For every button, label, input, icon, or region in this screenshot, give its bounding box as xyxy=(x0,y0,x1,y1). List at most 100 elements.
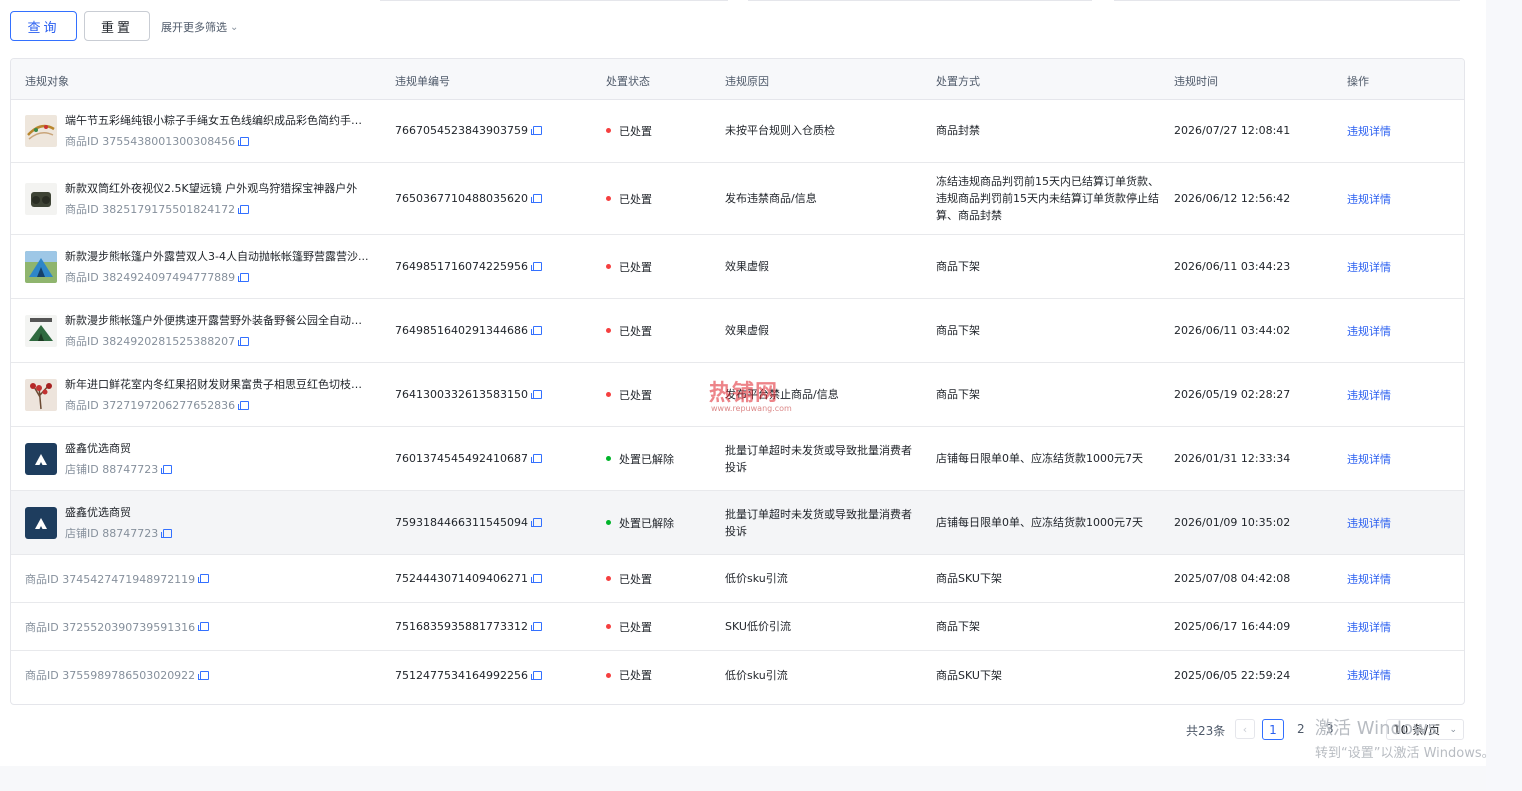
violation-detail-link[interactable]: 违规详情 xyxy=(1347,667,1391,683)
chevron-down-icon: ⌄ xyxy=(230,21,239,33)
copy-icon[interactable] xyxy=(530,390,542,399)
copy-icon[interactable] xyxy=(530,326,542,335)
reason-text: 低价sku引流 xyxy=(725,572,788,585)
page-3-button[interactable]: 3 xyxy=(1326,722,1334,736)
copy-icon[interactable] xyxy=(198,622,210,631)
copy-icon[interactable] xyxy=(530,194,542,203)
action-cell: 违规详情 xyxy=(1347,427,1447,490)
copy-icon[interactable] xyxy=(530,126,542,135)
copy-icon[interactable] xyxy=(238,400,250,410)
ticket-number: 7650367710488035620 xyxy=(395,192,528,205)
table-row: 新年进口鲜花室内冬红果招财发财果富贵子相思豆红色切枝花... 商品ID 37271… xyxy=(11,363,1464,427)
time-cell: 2026/01/09 10:35:02 xyxy=(1174,491,1334,554)
reason-cell: 效果虚假 xyxy=(725,235,915,298)
ticket-number-cell: 7649851640291344686 xyxy=(395,299,595,362)
time-cell: 2026/05/19 02:28:27 xyxy=(1174,363,1334,426)
table-row: 新款漫步熊帐篷户外便携速开露营野外装备野餐公园全自动加... 商品ID 38249… xyxy=(11,299,1464,363)
violation-detail-link[interactable]: 违规详情 xyxy=(1347,571,1391,587)
copy-icon[interactable] xyxy=(530,622,542,631)
violation-time: 2026/06/11 03:44:02 xyxy=(1174,324,1291,337)
violation-detail-link[interactable]: 违规详情 xyxy=(1347,451,1391,467)
object-id-text: 商品ID 3727197206277652836 xyxy=(65,399,236,412)
page-1-button[interactable]: 1 xyxy=(1262,719,1284,740)
prev-page-button[interactable]: ‹ xyxy=(1235,719,1255,739)
ticket-number-cell: 7516835935881773312 xyxy=(395,603,595,650)
time-cell: 2025/06/17 16:44:09 xyxy=(1174,603,1334,650)
method-text: 商品下架 xyxy=(936,260,980,273)
copy-icon[interactable] xyxy=(530,518,542,527)
copy-icon[interactable] xyxy=(530,574,542,583)
copy-icon[interactable] xyxy=(530,262,542,271)
page-size-select[interactable]: 10 条/页 ⌄ xyxy=(1386,719,1464,740)
table-row: 新款漫步熊帐篷户外露营双人3-4人自动抛帐帐篷野营露营沙... 商品ID 3824… xyxy=(11,235,1464,299)
reason-text: 未按平台规则入仓质检 xyxy=(725,124,835,137)
object-id: 商品ID 3727197206277652836 xyxy=(65,397,370,413)
reset-button[interactable]: 重置 xyxy=(84,11,150,41)
copy-icon[interactable] xyxy=(161,464,173,474)
object-title: 盛鑫优选商贸 xyxy=(65,506,131,519)
status-text: 已处置 xyxy=(619,260,652,274)
method-cell: 商品下架 xyxy=(936,363,1164,426)
violation-detail-link[interactable]: 违规详情 xyxy=(1347,323,1391,339)
method-cell: 店铺每日限单0单、应冻结货款1000元7天 xyxy=(936,427,1164,490)
status-dot xyxy=(606,624,611,629)
reason-text: 批量订单超时未发货或导致批量消费者投诉 xyxy=(725,443,912,474)
copy-icon[interactable] xyxy=(238,272,250,282)
status-text: 已处置 xyxy=(619,388,652,402)
object-title: 新款漫步熊帐篷户外便携速开露营野外装备野餐公园全自动加... xyxy=(65,314,370,327)
action-cell: 违规详情 xyxy=(1347,163,1447,234)
method-text: 冻结违规商品判罚前15天内已结算订单货款、违规商品判罚前15天内未结算订单货款停… xyxy=(936,175,1159,222)
method-cell: 商品SKU下架 xyxy=(936,651,1164,699)
expand-filters-toggle[interactable]: 展开更多筛选 ⌄ xyxy=(161,19,238,35)
tent-thumbnail xyxy=(25,250,57,283)
violation-object-cell: 新款双筒红外夜视仪2.5K望远镜 户外观鸟狩猎探宝神器户外 商品ID 382517… xyxy=(25,163,380,234)
ticket-number: 7524443071409406271 xyxy=(395,572,528,585)
violation-time: 2026/07/27 12:08:41 xyxy=(1174,124,1291,137)
time-cell: 2026/06/11 03:44:02 xyxy=(1174,299,1334,362)
object-title: 新年进口鲜花室内冬红果招财发财果富贵子相思豆红色切枝花... xyxy=(65,378,370,391)
status-cell: 已处置 xyxy=(606,299,716,362)
copy-icon[interactable] xyxy=(530,670,542,680)
ticket-number-cell: 7641300332613583150 xyxy=(395,363,595,426)
status-text: 已处置 xyxy=(619,124,652,138)
status-cell: 已处置 xyxy=(606,555,716,602)
method-cell: 商品下架 xyxy=(936,235,1164,298)
status-text: 已处置 xyxy=(619,620,652,634)
copy-icon[interactable] xyxy=(238,336,250,346)
ticket-number: 7516835935881773312 xyxy=(395,620,528,633)
copy-icon[interactable] xyxy=(238,136,250,146)
copy-icon[interactable] xyxy=(530,454,542,463)
ticket-number: 7649851716074225956 xyxy=(395,260,528,273)
status-cell: 已处置 xyxy=(606,99,716,162)
status-text: 已处置 xyxy=(619,192,652,206)
ticket-number: 7593184466311545094 xyxy=(395,516,528,529)
violations-table: 违规对象 违规单编号 处置状态 违规原因 处置方式 违规时间 操作 端午节五彩绳… xyxy=(10,58,1465,705)
reason-cell: SKU低价引流 xyxy=(725,603,915,650)
copy-icon[interactable] xyxy=(238,204,250,214)
reason-text: 发布违禁商品/信息 xyxy=(725,192,817,205)
query-button[interactable]: 查询 xyxy=(10,11,77,41)
violation-detail-link[interactable]: 违规详情 xyxy=(1347,123,1391,139)
violation-detail-link[interactable]: 违规详情 xyxy=(1347,259,1391,275)
violation-detail-link[interactable]: 违规详情 xyxy=(1347,191,1391,207)
object-id: 商品ID 3755989786503020922 xyxy=(25,667,210,683)
violation-time: 2026/05/19 02:28:27 xyxy=(1174,388,1291,401)
col-header-ticket: 违规单编号 xyxy=(395,75,450,88)
copy-icon[interactable] xyxy=(161,528,173,538)
violation-detail-link[interactable]: 违规详情 xyxy=(1347,387,1391,403)
ticket-number-cell: 7649851716074225956 xyxy=(395,235,595,298)
reason-text: 发布平台禁止商品/信息 xyxy=(725,388,839,401)
copy-icon[interactable] xyxy=(198,574,210,583)
col-header-method: 处置方式 xyxy=(936,75,980,88)
copy-icon[interactable] xyxy=(198,670,210,680)
violation-detail-link[interactable]: 违规详情 xyxy=(1347,619,1391,635)
action-cell: 违规详情 xyxy=(1347,603,1447,650)
object-id: 店铺ID 88747723 xyxy=(65,525,173,541)
violation-detail-link[interactable]: 违规详情 xyxy=(1347,515,1391,531)
method-text: 商品封禁 xyxy=(936,124,980,137)
violation-time: 2026/06/12 12:56:42 xyxy=(1174,192,1291,205)
violation-time: 2025/06/17 16:44:09 xyxy=(1174,620,1291,633)
page-size-value: 10 条/页 xyxy=(1393,723,1441,737)
page-2-button[interactable]: 2 xyxy=(1297,722,1305,736)
time-cell: 2025/07/08 04:42:08 xyxy=(1174,555,1334,602)
